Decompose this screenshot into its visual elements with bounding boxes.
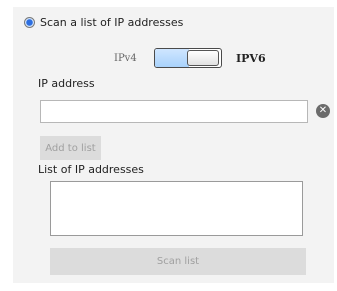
scan-list-button[interactable]: Scan list xyxy=(50,248,306,275)
radio-selected-icon[interactable] xyxy=(24,17,35,28)
ip-version-toggle[interactable] xyxy=(154,48,222,68)
clear-circle-x-icon[interactable]: ✕ xyxy=(316,104,330,118)
scan-list-option-label: Scan a list of IP addresses xyxy=(40,16,184,29)
scan-options-panel: Scan a list of IP addresses IPv4 IPV6 IP… xyxy=(13,7,334,283)
ip-list-box[interactable] xyxy=(50,181,303,236)
ip-address-input[interactable] xyxy=(40,100,308,123)
ip-address-label: IP address xyxy=(38,77,95,90)
ipv6-label: IPV6 xyxy=(236,51,266,65)
ip-list-label: List of IP addresses xyxy=(38,163,144,176)
ipv4-label: IPv4 xyxy=(114,52,137,64)
ip-version-switch-row: IPv4 IPV6 xyxy=(114,47,266,69)
scan-list-option[interactable]: Scan a list of IP addresses xyxy=(24,16,183,29)
add-to-list-button[interactable]: Add to list xyxy=(40,136,101,160)
toggle-fill xyxy=(155,49,189,67)
toggle-knob[interactable] xyxy=(187,50,219,66)
